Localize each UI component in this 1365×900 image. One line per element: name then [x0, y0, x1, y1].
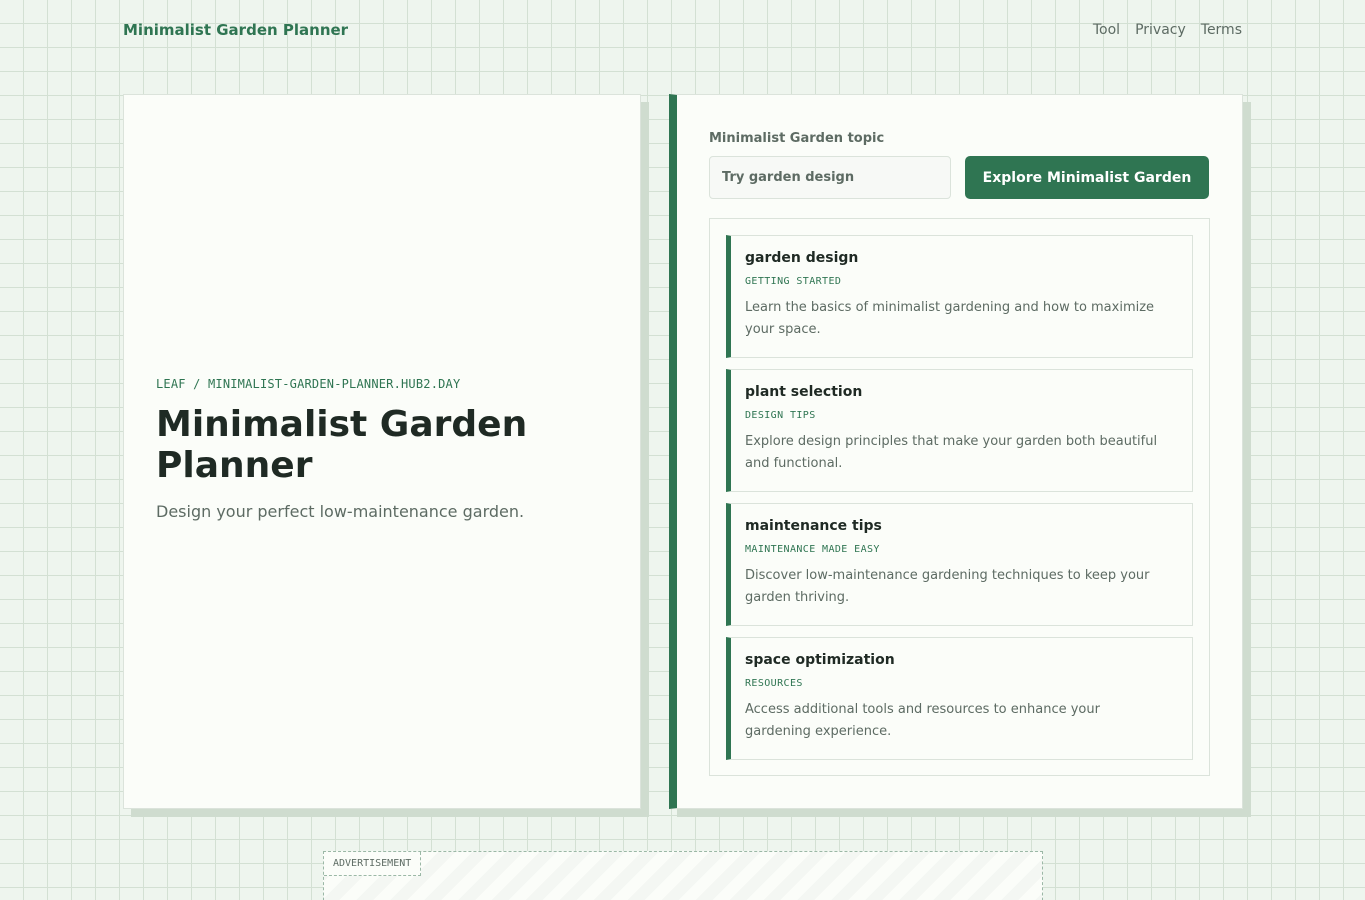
result-card[interactable]: space optimization RESOURCES Access addi… — [726, 637, 1193, 760]
result-description: Learn the basics of minimalist gardening… — [745, 300, 1155, 337]
result-description: Discover low-maintenance gardening techn… — [745, 568, 1150, 605]
top-nav: Tool Privacy Terms — [1093, 22, 1242, 38]
results-list: garden design GETTING STARTED Learn the … — [709, 218, 1210, 776]
intro-panel: LEAF / MINIMALIST-GARDEN-PLANNER.HUB2.DA… — [123, 94, 641, 809]
nav-link-privacy[interactable]: Privacy — [1135, 22, 1186, 38]
topic-search-input[interactable] — [709, 156, 951, 199]
result-tag: RESOURCES — [745, 678, 803, 689]
site-brand[interactable]: Minimalist Garden Planner — [123, 21, 348, 39]
result-tag: MAINTENANCE MADE EASY — [745, 544, 880, 555]
result-card[interactable]: garden design GETTING STARTED Learn the … — [726, 235, 1193, 358]
result-title: space optimization — [745, 652, 895, 668]
page-title: Minimalist Garden Planner — [156, 404, 528, 486]
tool-panel: Minimalist Garden topic Explore Minimali… — [669, 94, 1243, 809]
nav-link-tool[interactable]: Tool — [1093, 22, 1120, 38]
result-card[interactable]: plant selection DESIGN TIPS Explore desi… — [726, 369, 1193, 492]
result-description: Access additional tools and resources to… — [745, 702, 1100, 739]
result-title: garden design — [745, 250, 859, 266]
result-title: plant selection — [745, 384, 863, 400]
breadcrumb: LEAF / MINIMALIST-GARDEN-PLANNER.HUB2.DA… — [156, 377, 461, 391]
result-tag: GETTING STARTED — [745, 276, 842, 287]
topic-label: Minimalist Garden topic — [709, 131, 885, 146]
nav-link-terms[interactable]: Terms — [1201, 22, 1242, 38]
advertisement-slot: ADVERTISEMENT — [323, 851, 1043, 900]
advertisement-label: ADVERTISEMENT — [324, 852, 422, 876]
result-tag: DESIGN TIPS — [745, 410, 816, 421]
result-description: Explore design principles that make your… — [745, 434, 1158, 471]
result-title: maintenance tips — [745, 518, 882, 534]
page-subtitle: Design your perfect low-maintenance gard… — [156, 502, 525, 521]
explore-button[interactable]: Explore Minimalist Garden — [965, 156, 1209, 199]
result-card[interactable]: maintenance tips MAINTENANCE MADE EASY D… — [726, 503, 1193, 626]
intro-block: LEAF / MINIMALIST-GARDEN-PLANNER.HUB2.DA… — [156, 377, 576, 521]
